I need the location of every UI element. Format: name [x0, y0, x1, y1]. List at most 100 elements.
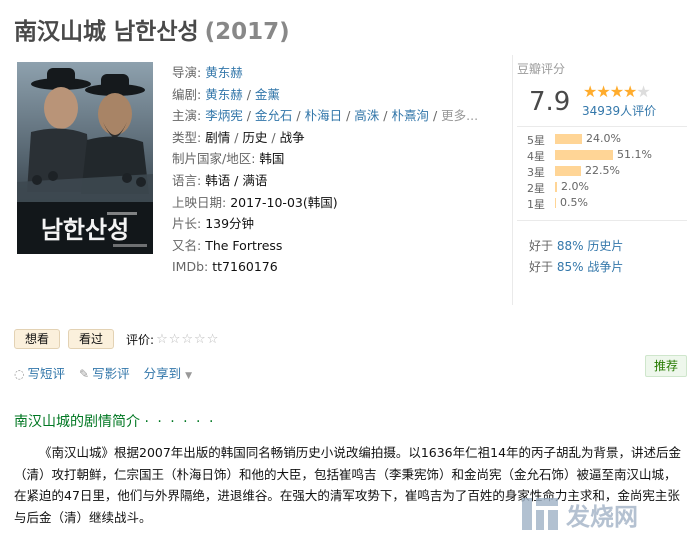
rate-label: 评价: — [126, 332, 155, 347]
imdb-value: tt7160176 — [212, 259, 278, 275]
rating-bar-fill — [555, 182, 557, 192]
runtime-label: 片长: — [172, 216, 202, 232]
rating-heading: 豆瓣评分 — [517, 62, 566, 76]
country-value: 韩国 — [259, 151, 285, 167]
review-link[interactable]: ✎ 写影评 — [79, 363, 130, 382]
watermark-logo-icon — [522, 498, 558, 530]
rating-stars: ★★★★★ — [583, 82, 651, 101]
genre-value: 战争 — [279, 129, 305, 145]
director-row: 导演: 黄东赫 — [172, 62, 492, 84]
cast-more-link[interactable]: 更多... — [441, 108, 478, 123]
country-row: 制片国家/地区: 韩国 — [172, 148, 492, 170]
rate-stars-input[interactable]: ☆☆☆☆☆ — [156, 332, 219, 347]
pencil-icon: ✎ — [79, 367, 90, 381]
better-than: 好于 88% 历史片 好于 85% 战争片 — [529, 236, 623, 278]
rating-bar-label: 5星 — [527, 134, 545, 147]
writer-label: 编剧: — [172, 86, 202, 102]
seen-button[interactable]: 看过 — [68, 329, 115, 349]
cast-row: 主演: 李炳宪 / 金允石 / 朴海日 / 高洙 / 朴熹洵 / 更多... — [172, 108, 479, 124]
review-label: 写影评 — [92, 366, 130, 381]
rating-bar-row: 5星 24.0% — [527, 132, 687, 147]
star-filled-icon: ★ — [596, 82, 610, 101]
rating-bar-fill — [555, 134, 582, 144]
watermark-text: 发烧网 — [566, 502, 638, 531]
short-review-label: 写短评 — [27, 366, 65, 381]
language-row: 语言: 韩语 / 满语 — [172, 170, 492, 192]
star-empty-icon: ★ — [636, 82, 650, 101]
rating-bar-label: 2星 — [527, 182, 545, 195]
better-than-prefix: 好于 — [529, 260, 554, 274]
writer-row: 编剧: 黄东赫 / 金薰 — [172, 86, 280, 102]
chevron-down-icon: ▼ — [185, 371, 193, 381]
share-label: 分享到 — [143, 366, 182, 381]
runtime-value: 139分钟 — [205, 216, 255, 232]
rating-bar-label: 3星 — [527, 166, 545, 179]
rating-votes-link[interactable]: 34939人评价 — [582, 102, 656, 119]
better-than-row: 好于 85% 战争片 — [529, 257, 623, 278]
rating-bar-row: 4星 51.1% — [527, 148, 687, 163]
rating-divider — [517, 126, 687, 127]
cast-link[interactable]: 朴海日 — [305, 108, 343, 123]
language-value: 韩语 / 满语 — [205, 172, 268, 188]
synopsis-heading: 南汉山城的剧情简介 · · · · · · — [14, 411, 215, 431]
release-label: 上映日期: — [172, 194, 227, 210]
share-link[interactable]: 分享到 ▼ — [144, 363, 192, 382]
release-value: 2017-10-03(韩国) — [230, 194, 338, 210]
imdb-label: IMDb: — [172, 259, 209, 275]
user-actions: 想看 看过 评价: ☆☆☆☆☆ — [14, 329, 219, 349]
movie-year: (2017) — [204, 19, 290, 45]
director-label: 导演: — [172, 65, 202, 80]
rating-bar-row: 2星 2.0% — [527, 180, 687, 195]
language-label: 语言: — [172, 172, 202, 188]
poster-artwork: 남한산성 — [17, 62, 153, 254]
better-than-prefix: 好于 — [529, 239, 554, 253]
rating-bar-pct: 24.0% — [586, 132, 621, 145]
better-than-link[interactable]: 85% 战争片 — [557, 260, 624, 274]
imdb-row: IMDb: tt7160176 — [172, 256, 492, 278]
cast-link[interactable]: 金允石 — [255, 108, 293, 123]
rating-bar-pct: 22.5% — [585, 164, 620, 177]
aka-value: The Fortress — [205, 237, 283, 253]
better-than-row: 好于 88% 历史片 — [529, 236, 623, 257]
rating-bar-pct: 51.1% — [617, 148, 652, 161]
star-filled-icon: ★ — [583, 82, 597, 101]
want-to-see-button[interactable]: 想看 — [14, 329, 61, 349]
better-than-link[interactable]: 88% 历史片 — [557, 239, 624, 253]
cast-link[interactable]: 李炳宪 — [205, 108, 243, 123]
star-filled-icon: ★ — [609, 82, 624, 101]
rating-score: 7.9 — [529, 87, 571, 117]
rating-bar-row: 3星 22.5% — [527, 164, 687, 179]
writer-link[interactable]: 金薰 — [255, 87, 280, 102]
cast-link[interactable]: 朴熹洵 — [391, 108, 429, 123]
rating-border — [512, 55, 513, 305]
synopsis-heading-text: 南汉山城的剧情简介 — [14, 414, 140, 430]
rating-bar-fill — [555, 198, 556, 208]
synopsis-heading-dots: · · · · · · — [144, 414, 216, 430]
rating-bar-row: 1星 0.5% — [527, 196, 687, 211]
genre-label: 类型: — [172, 129, 202, 145]
rating-panel: 豆瓣评分 7.9 ★★★★★ 34939人评价 5星 24.0% 4星 51.1… — [512, 55, 687, 305]
release-row: 上映日期: 2017-10-03(韩国) — [172, 192, 492, 214]
watermark: 发烧网 — [520, 493, 695, 535]
aka-row: 又名: The Fortress — [172, 235, 492, 257]
cast-link[interactable]: 高洙 — [354, 108, 379, 123]
rating-bar-pct: 2.0% — [561, 180, 589, 193]
writer-link[interactable]: 黄东赫 — [205, 87, 243, 102]
rating-bar-pct: 0.5% — [560, 196, 588, 209]
rating-bar-fill — [555, 166, 581, 176]
cast-label: 主演: — [172, 108, 202, 124]
recommend-button[interactable]: 推荐 — [645, 355, 687, 377]
comment-icon: ◌ — [14, 367, 25, 381]
rating-bar-fill — [555, 150, 613, 160]
review-links: ◌ 写短评 ✎ 写影评 分享到 ▼ — [14, 363, 192, 382]
movie-info: 导演: 黄东赫 编剧: 黄东赫 / 金薰 主演: 李炳宪 / 金允石 / 朴海日… — [172, 62, 492, 278]
poster-title-text: 남한산성 — [41, 216, 129, 244]
aka-label: 又名: — [172, 237, 202, 253]
genre-value: 剧情 — [205, 129, 231, 145]
director-link[interactable]: 黄东赫 — [205, 65, 243, 80]
country-label: 制片国家/地区: — [172, 151, 256, 167]
movie-poster[interactable]: 남한산성 — [17, 62, 153, 254]
page-title: 南汉山城 남한산성 (2017) — [14, 12, 290, 46]
short-review-link[interactable]: ◌ 写短评 — [14, 363, 65, 382]
star-filled-icon: ★ — [623, 82, 637, 101]
